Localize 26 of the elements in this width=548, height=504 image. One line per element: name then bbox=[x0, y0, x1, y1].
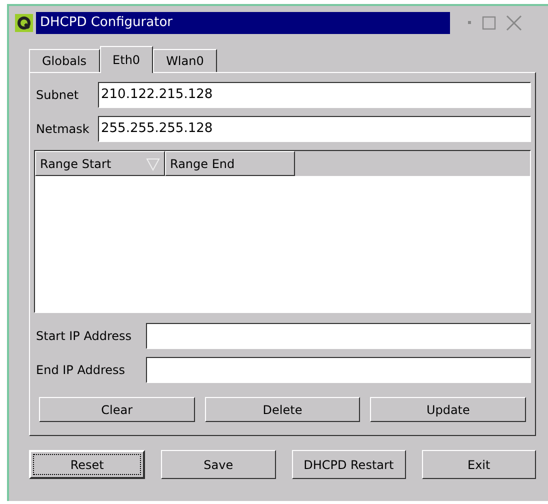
tab[interactable]: Globals bbox=[29, 49, 100, 72]
field-label: Subnet bbox=[35, 87, 80, 104]
column-header[interactable]: Range End bbox=[165, 151, 295, 176]
input-field[interactable]: 210.122.215.128 bbox=[98, 82, 531, 108]
tab[interactable]: Wlan0 bbox=[153, 49, 217, 72]
dialog-button[interactable]: Reset bbox=[29, 450, 146, 479]
field-label: Netmask bbox=[35, 121, 90, 138]
tab[interactable]: Eth0 bbox=[100, 46, 154, 73]
sort-icon bbox=[146, 156, 160, 170]
maximize-icon[interactable] bbox=[482, 16, 496, 30]
action-button[interactable]: Update bbox=[370, 397, 526, 422]
minimize-icon[interactable] bbox=[468, 21, 472, 25]
dialog-button[interactable]: DHCPD Restart bbox=[292, 450, 406, 479]
dialog-button[interactable]: Save bbox=[161, 450, 276, 479]
close-icon[interactable] bbox=[506, 15, 522, 31]
input-field[interactable] bbox=[146, 323, 531, 349]
action-button[interactable]: Clear bbox=[39, 397, 195, 422]
dialog-button[interactable]: Exit bbox=[422, 450, 536, 479]
column-header[interactable]: Range Start bbox=[35, 151, 165, 176]
input-field[interactable] bbox=[146, 357, 531, 383]
field-label: End IP Address bbox=[35, 362, 126, 379]
input-field[interactable]: 255.255.255.128 bbox=[98, 116, 531, 142]
field-label: Start IP Address bbox=[35, 328, 133, 345]
window-title: DHCPD Configurator bbox=[40, 14, 173, 32]
action-button[interactable]: Delete bbox=[204, 397, 360, 422]
app-logo-icon bbox=[15, 14, 33, 32]
